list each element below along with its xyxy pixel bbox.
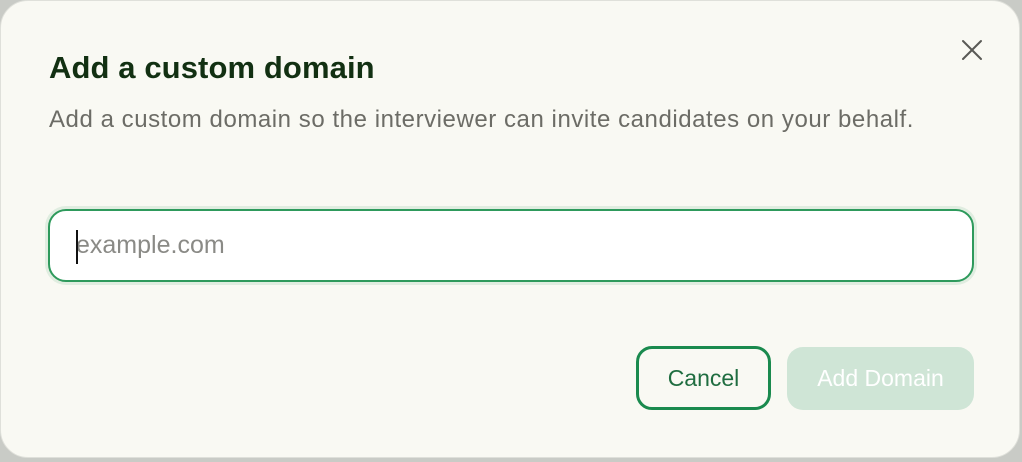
- dialog-description: Add a custom domain so the interviewer c…: [49, 106, 914, 133]
- cancel-button[interactable]: Cancel: [636, 346, 771, 410]
- domain-input-container[interactable]: [48, 209, 974, 282]
- text-caret: [76, 230, 78, 264]
- domain-input[interactable]: [76, 211, 936, 280]
- add-custom-domain-dialog: Add a custom domain Add a custom domain …: [0, 0, 1020, 458]
- close-button[interactable]: [957, 35, 987, 65]
- add-domain-button[interactable]: Add Domain: [787, 347, 974, 410]
- close-icon: [962, 40, 982, 60]
- dialog-title: Add a custom domain: [49, 50, 375, 85]
